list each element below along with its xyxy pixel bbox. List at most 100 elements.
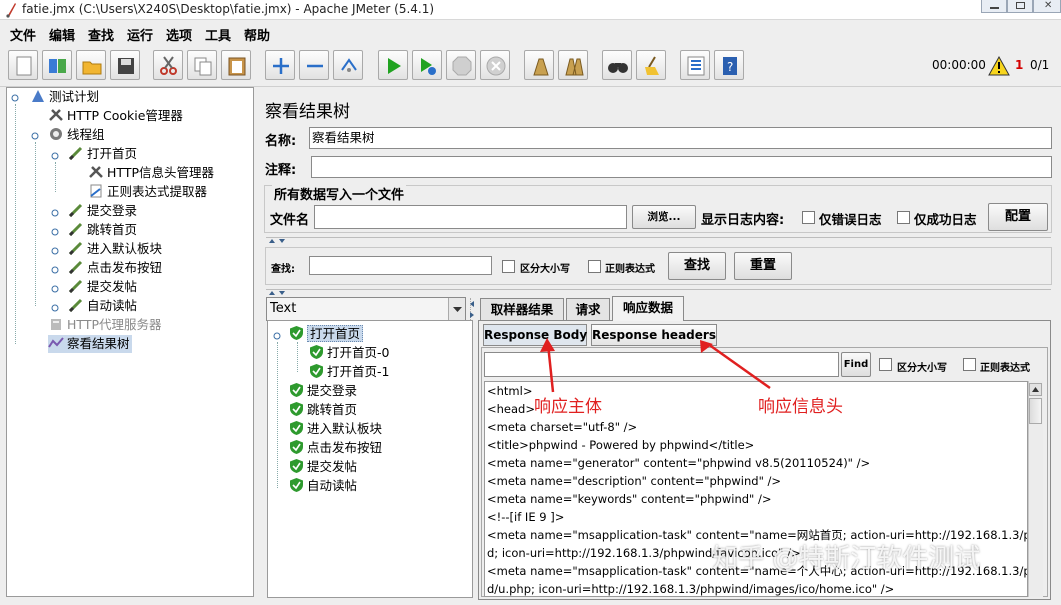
tree-toggle[interactable]	[51, 302, 59, 312]
menu-tools[interactable]: 工具	[205, 25, 231, 44]
configure-button[interactable]: 配置	[988, 203, 1048, 231]
tree-item-regex-extractor[interactable]: 正则表达式提取器	[88, 183, 207, 201]
splitter-arrows-icon[interactable]	[469, 300, 477, 320]
cut-button[interactable]	[153, 50, 183, 80]
tree-item-label: 打开首页	[87, 146, 138, 161]
open-button[interactable]	[76, 50, 106, 80]
warning-icon[interactable]	[988, 56, 1010, 76]
scroll-thumb[interactable]	[1029, 398, 1042, 424]
tree-item-auto-read[interactable]: 自动读帖	[68, 297, 137, 315]
tree-item-goto-home[interactable]: 跳转首页	[68, 221, 137, 239]
result-item-submit-login[interactable]: 提交登录	[290, 381, 357, 400]
tree-toggle[interactable]	[51, 150, 59, 160]
splitter[interactable]	[266, 237, 1051, 238]
menu-file[interactable]: 文件	[10, 25, 36, 44]
help-button[interactable]: ?	[714, 50, 744, 80]
cut-icon	[160, 56, 177, 75]
result-item-goto-home[interactable]: 跳转首页	[290, 400, 357, 419]
templates-button[interactable]	[42, 50, 72, 80]
tree-toggle[interactable]	[11, 92, 19, 102]
result-item-click-publish[interactable]: 点击发布按钮	[290, 438, 382, 457]
response-case-checkbox[interactable]	[879, 358, 892, 371]
menu-edit[interactable]: 编辑	[49, 25, 75, 44]
clear-all-button[interactable]	[558, 50, 588, 80]
splitter-arrows-icon[interactable]	[268, 237, 290, 245]
tree-item-open-home[interactable]: 打开首页	[68, 145, 137, 163]
comment-field[interactable]	[311, 156, 1052, 178]
tree-toggle[interactable]	[273, 330, 281, 340]
elapsed-timer: 00:00:00	[932, 58, 986, 72]
minimize-button[interactable]	[981, 0, 1007, 13]
name-field[interactable]: 察看结果树	[309, 127, 1052, 149]
tree-toggle[interactable]	[31, 130, 39, 140]
errors-only-checkbox[interactable]	[802, 211, 815, 224]
tree-item-submit-login[interactable]: 提交登录	[68, 202, 137, 220]
maximize-button[interactable]	[1007, 0, 1033, 13]
save-button[interactable]	[110, 50, 140, 80]
renderer-dropdown-button[interactable]	[448, 298, 465, 320]
templates-icon	[49, 59, 66, 73]
renderer-select[interactable]: Text	[266, 297, 466, 321]
scroll-up-button[interactable]	[1029, 383, 1042, 396]
result-item-default-board[interactable]: 进入默认板块	[290, 419, 382, 438]
tree-item-proxy-server[interactable]: HTTP代理服务器	[48, 316, 162, 334]
result-item-open-home[interactable]: 打开首页	[290, 324, 364, 343]
tree-item-header-manager[interactable]: HTTP信息头管理器	[88, 164, 214, 182]
tree-item-thread-group[interactable]: 线程组	[48, 126, 105, 144]
shutdown-button[interactable]	[480, 50, 510, 80]
start-no-pause-button[interactable]	[412, 50, 442, 80]
result-item-open-home-0[interactable]: 打开首页-0	[310, 343, 389, 362]
tree-toggle[interactable]	[51, 226, 59, 236]
start-button[interactable]	[378, 50, 408, 80]
menu-run[interactable]: 运行	[127, 25, 153, 44]
search-field[interactable]	[309, 256, 492, 275]
find-button[interactable]: 查找	[668, 252, 726, 280]
tree-toggle[interactable]	[51, 283, 59, 293]
response-find-button[interactable]: Find	[841, 352, 871, 377]
clear-button[interactable]	[524, 50, 554, 80]
menu-options[interactable]: 选项	[166, 25, 192, 44]
browse-button[interactable]: 浏览...	[632, 205, 696, 229]
function-helper-button[interactable]	[680, 50, 710, 80]
tree-item-submit-post[interactable]: 提交发帖	[68, 278, 137, 296]
case-sensitive-checkbox[interactable]	[502, 260, 515, 273]
tree-item-default-board[interactable]: 进入默认板块	[68, 240, 162, 258]
start-icon	[388, 58, 401, 74]
response-regex-label: 正则表达式	[980, 363, 1030, 374]
result-item-open-home-1[interactable]: 打开首页-1	[310, 362, 389, 381]
filename-label: 文件名	[270, 213, 310, 228]
tree-toggle[interactable]	[51, 245, 59, 255]
paste-button[interactable]	[221, 50, 251, 80]
tree-item-view-results-tree[interactable]: 察看结果树	[48, 335, 132, 353]
collapse-button[interactable]	[299, 50, 329, 80]
success-only-checkbox[interactable]	[897, 211, 910, 224]
tab-sampler-result[interactable]: 取样器结果	[480, 298, 564, 320]
expand-button[interactable]	[265, 50, 295, 80]
toggle-button[interactable]	[333, 50, 363, 80]
search-button[interactable]	[602, 50, 632, 80]
tree-item-label: 测试计划	[49, 89, 100, 104]
success-shield-icon	[290, 383, 303, 397]
splitter-arrows-icon[interactable]	[268, 289, 290, 297]
stop-button[interactable]	[446, 50, 476, 80]
regex-checkbox[interactable]	[588, 260, 601, 273]
filename-field[interactable]	[314, 205, 627, 229]
tab-request[interactable]: 请求	[566, 298, 610, 320]
reset-search-button[interactable]	[636, 50, 666, 80]
tree-toggle[interactable]	[51, 264, 59, 274]
tree-item-test-plan[interactable]: 测试计划	[30, 88, 99, 106]
menu-search[interactable]: 查找	[88, 25, 114, 44]
menu-help[interactable]: 帮助	[244, 25, 270, 44]
copy-button[interactable]	[187, 50, 217, 80]
reset-button[interactable]: 重置	[734, 252, 792, 280]
tree-item-cookie-manager[interactable]: HTTP Cookie管理器	[48, 107, 183, 125]
result-item-auto-read[interactable]: 自动读帖	[290, 476, 357, 495]
tree-item-click-publish[interactable]: 点击发布按钮	[68, 259, 162, 277]
close-button[interactable]: ✕	[1033, 0, 1061, 13]
splitter[interactable]	[266, 289, 1051, 290]
tree-toggle[interactable]	[51, 207, 59, 217]
result-item-submit-post[interactable]: 提交发帖	[290, 457, 357, 476]
new-button[interactable]	[8, 50, 38, 80]
tab-response-data[interactable]: 响应数据	[612, 296, 684, 321]
response-regex-checkbox[interactable]	[963, 358, 976, 371]
